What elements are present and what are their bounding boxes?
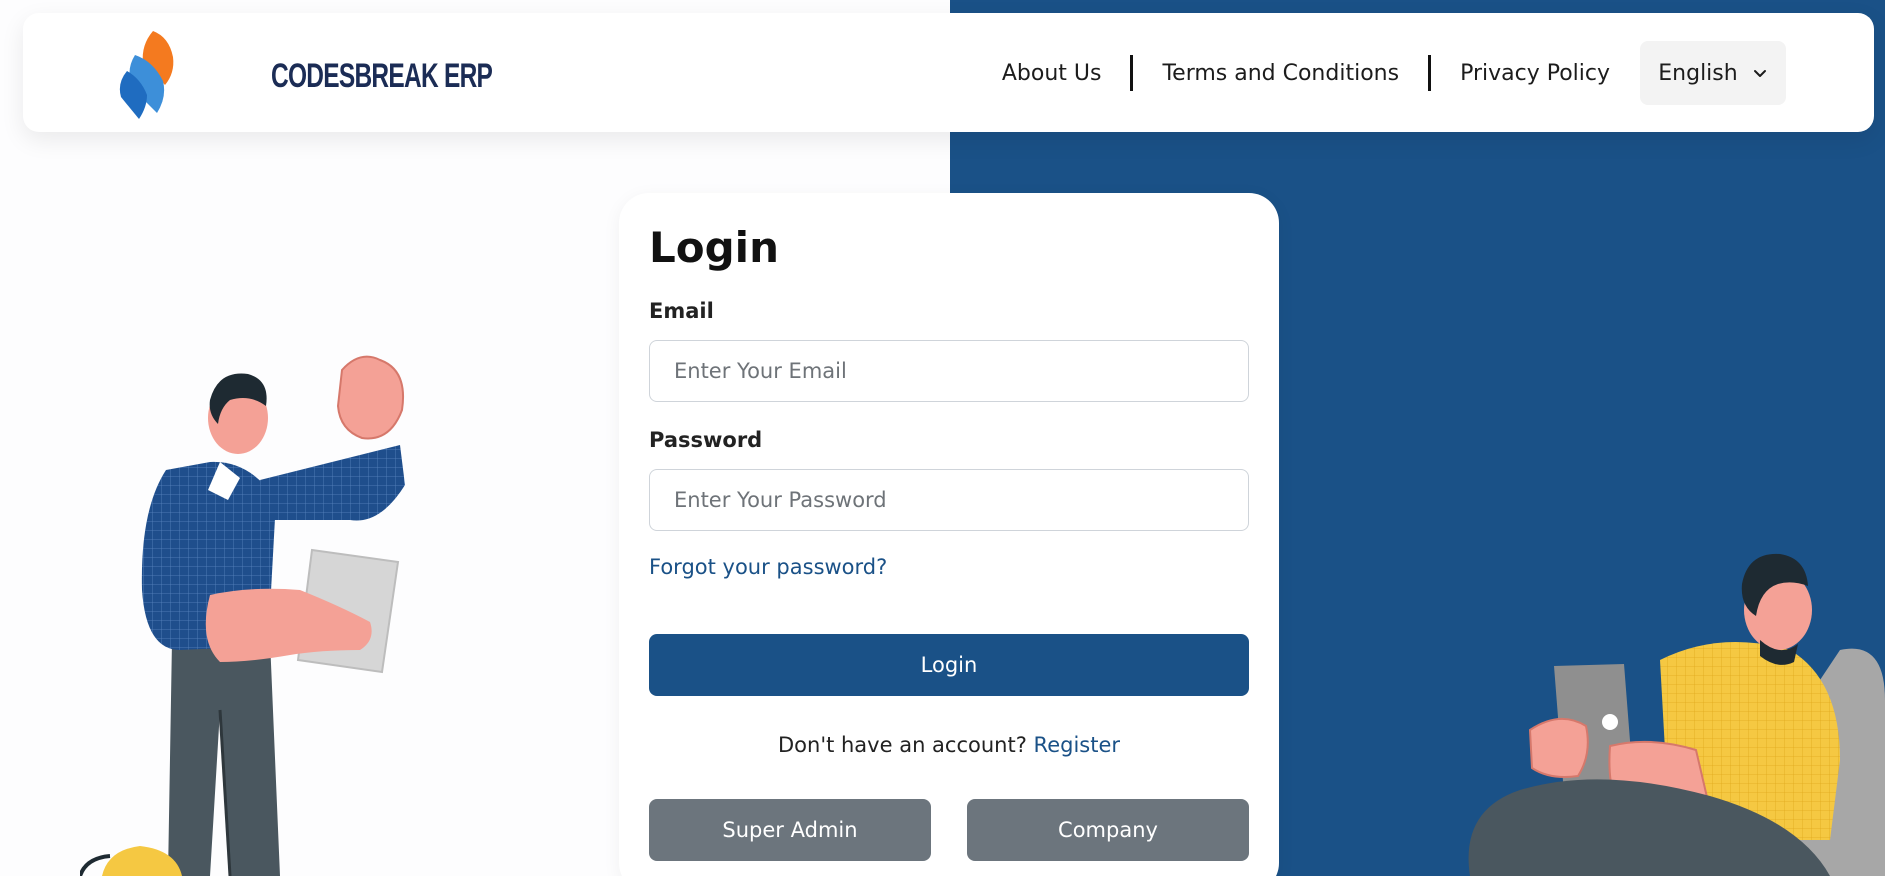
password-label: Password [649, 428, 763, 452]
password-field[interactable] [649, 469, 1249, 531]
logo-icon [119, 31, 174, 119]
forgot-password-link[interactable]: Forgot your password? [649, 555, 887, 579]
nav-about-link[interactable]: About Us [1002, 61, 1102, 86]
chevron-down-icon [1753, 70, 1766, 77]
register-prompt: Don't have an account? Register [619, 733, 1279, 757]
language-dropdown[interactable]: English [1640, 41, 1786, 105]
nav-divider [1130, 55, 1134, 91]
language-label: English [1658, 60, 1738, 86]
login-card: Login Email Password Forgot your passwor… [619, 193, 1279, 876]
register-link[interactable]: Register [1034, 733, 1120, 757]
nav-divider [1428, 55, 1432, 91]
logo-text: CODESBREAK ERP [271, 57, 493, 95]
top-header: CODESBREAK ERP About Us Terms and Condit… [23, 13, 1874, 132]
login-button[interactable]: Login [649, 634, 1249, 696]
nav-terms-link[interactable]: Terms and Conditions [1162, 61, 1399, 86]
header-nav: About Us Terms and Conditions Privacy Po… [1002, 41, 1786, 105]
brand-logo[interactable]: CODESBREAK ERP [113, 27, 493, 119]
company-button[interactable]: Company [967, 799, 1249, 861]
no-account-text: Don't have an account? [777, 733, 1027, 757]
illustration-sitting-man [1468, 553, 1885, 876]
email-label: Email [649, 299, 714, 323]
nav-privacy-link[interactable]: Privacy Policy [1460, 61, 1610, 86]
email-field[interactable] [649, 340, 1249, 402]
super-admin-button[interactable]: Super Admin [649, 799, 931, 861]
illustration-standing-man [80, 355, 405, 876]
login-title: Login [649, 223, 779, 272]
